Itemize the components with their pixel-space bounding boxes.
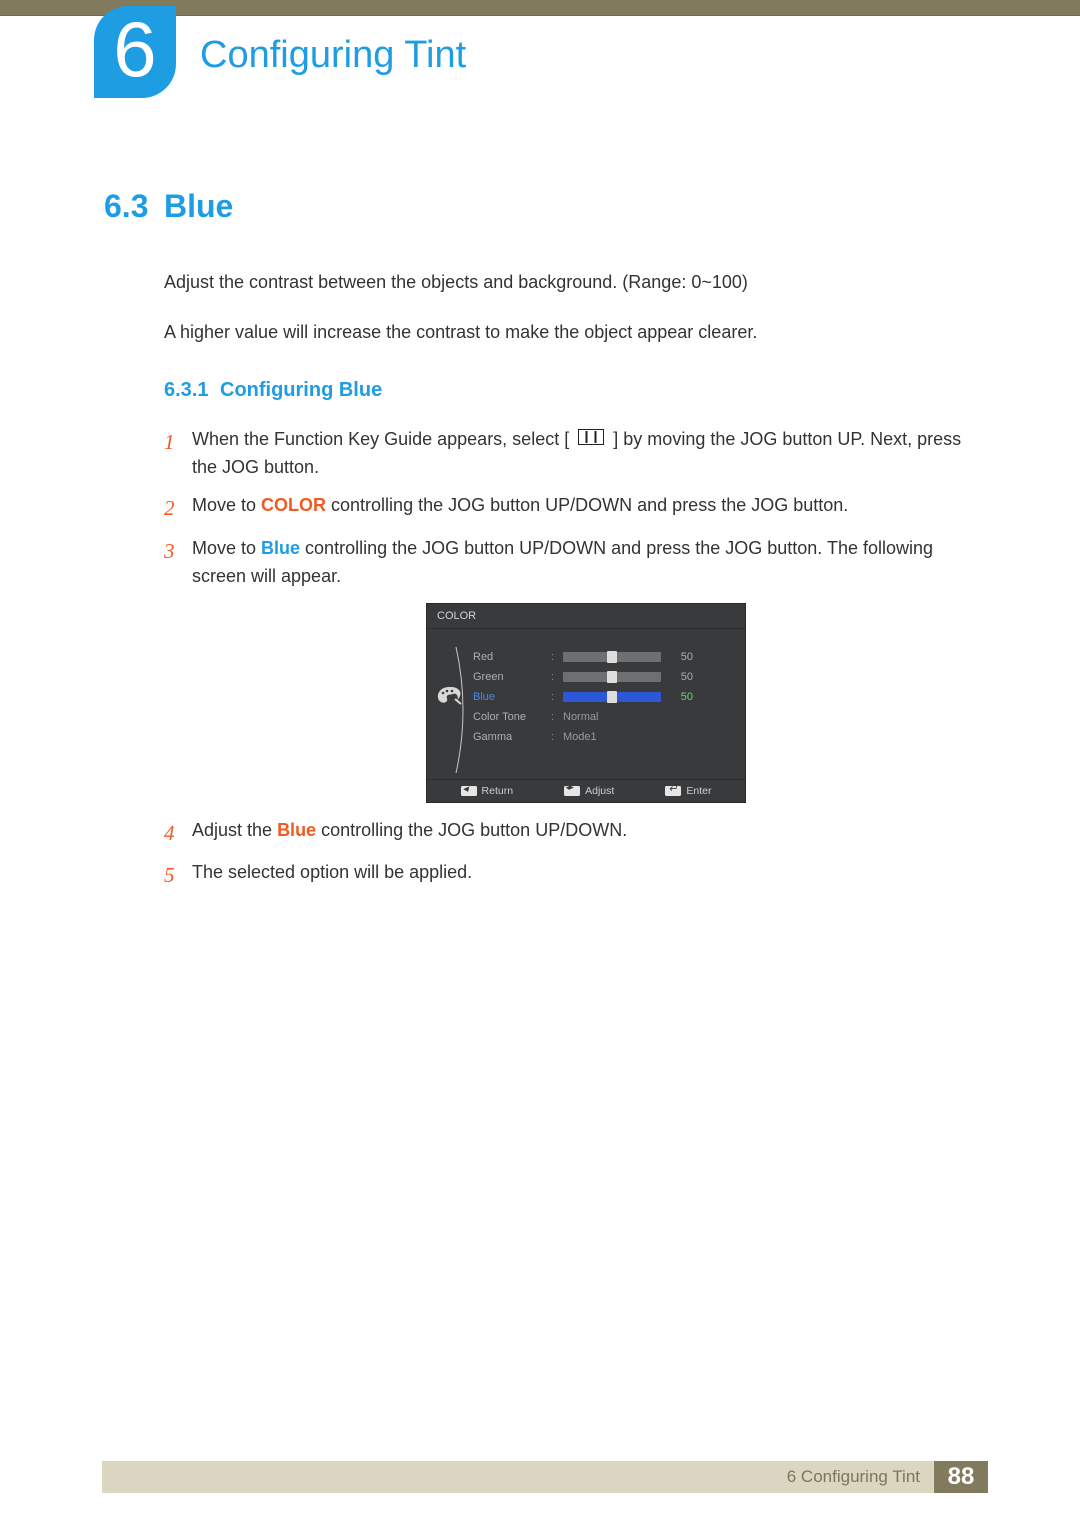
step-text: The selected option will be applied. [192, 859, 980, 892]
step-1: 1 When the Function Key Guide appears, s… [164, 426, 980, 482]
step-number: 3 [164, 535, 192, 591]
return-icon [461, 786, 477, 796]
osd-slider-active [563, 692, 661, 702]
osd-row-color-tone: Color Tone : Normal [473, 707, 733, 727]
chapter-title: Configuring Tint [200, 34, 466, 77]
step-text: Move to COLOR controlling the JOG button… [192, 492, 980, 525]
subsection-number: 6.3.1 [164, 379, 220, 402]
section-heading: 6.3 Blue [104, 188, 980, 225]
osd-title: COLOR [427, 604, 745, 629]
page-content: 6.3 Blue Adjust the contrast between the… [104, 188, 980, 902]
osd-enter: Enter [665, 785, 711, 797]
osd-value-active: 50 [667, 691, 693, 703]
bracket-open: [ [564, 429, 569, 449]
osd-footer: Return Adjust Enter [427, 779, 745, 802]
keyword-blue: Blue [277, 820, 316, 840]
osd-row-blue: Blue : 50 [473, 687, 733, 707]
osd-value: Mode1 [563, 731, 597, 743]
osd-body: Red : 50 Green : 50 Blue : 50 [427, 629, 745, 779]
step-number: 1 [164, 426, 192, 482]
menu-icon [578, 426, 604, 454]
osd-label: Red [473, 651, 545, 663]
bracket-close: ] [613, 429, 618, 449]
osd-label: Color Tone [473, 711, 545, 723]
step-3: 3 Move to Blue controlling the JOG butto… [164, 535, 980, 591]
osd-row-green: Green : 50 [473, 667, 733, 687]
subsection-heading: 6.3.1 Configuring Blue [164, 379, 980, 402]
osd-value: 50 [667, 671, 693, 683]
osd-label: Gamma [473, 731, 545, 743]
subsection-title: Configuring Blue [220, 379, 382, 402]
section-number: 6.3 [104, 188, 164, 225]
enter-icon [665, 786, 681, 796]
osd-row-gamma: Gamma : Mode1 [473, 727, 733, 747]
osd-slider [563, 652, 661, 662]
keyword-blue: Blue [261, 538, 300, 558]
step-text: Move to Blue controlling the JOG button … [192, 535, 980, 591]
palette-icon [435, 685, 463, 705]
step-4: 4 Adjust the Blue controlling the JOG bu… [164, 817, 980, 850]
osd-panel: COLOR Red : [426, 603, 746, 803]
step-number: 5 [164, 859, 192, 892]
osd-value: Normal [563, 711, 598, 723]
step-text: Adjust the Blue controlling the JOG butt… [192, 817, 980, 850]
step-5: 5 The selected option will be applied. [164, 859, 980, 892]
osd-label: Green [473, 671, 545, 683]
section-title: Blue [164, 188, 233, 225]
osd-slider [563, 672, 661, 682]
page-footer: 6 Configuring Tint 88 [102, 1461, 988, 1493]
keyword-color: COLOR [261, 495, 326, 515]
osd-return: Return [461, 785, 514, 797]
osd-adjust: Adjust [564, 785, 614, 797]
osd-label-active: Blue [473, 691, 545, 703]
page-number: 88 [934, 1461, 988, 1493]
step-number: 4 [164, 817, 192, 850]
adjust-icon [564, 786, 580, 796]
step-2: 2 Move to COLOR controlling the JOG butt… [164, 492, 980, 525]
intro-paragraph-1: Adjust the contrast between the objects … [164, 269, 980, 295]
chapter-number-badge: 6 [94, 6, 176, 98]
step-number: 2 [164, 492, 192, 525]
osd-value: 50 [667, 651, 693, 663]
intro-paragraph-2: A higher value will increase the contras… [164, 319, 980, 345]
osd-row-red: Red : 50 [473, 647, 733, 667]
chapter-number: 6 [113, 10, 156, 88]
footer-label: 6 Configuring Tint [102, 1461, 934, 1493]
osd-curve-decoration [454, 645, 472, 775]
osd-screenshot: COLOR Red : [192, 603, 980, 803]
step-text: When the Function Key Guide appears, sel… [192, 426, 980, 482]
